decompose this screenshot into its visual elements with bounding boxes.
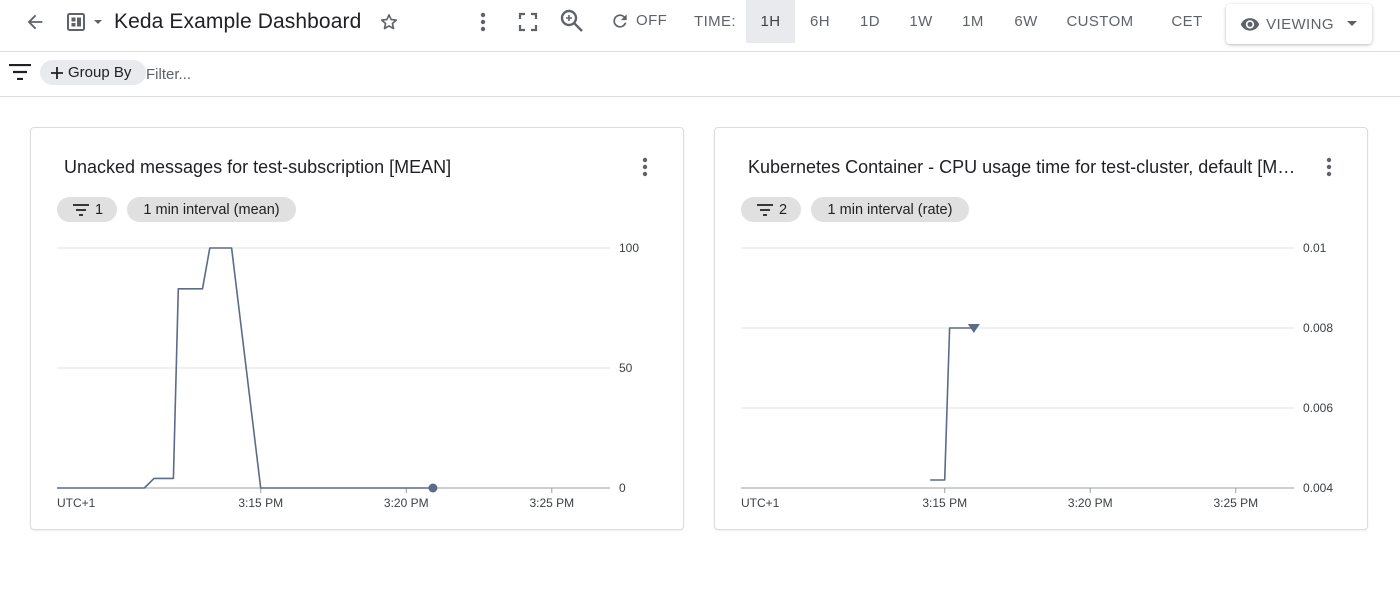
- group-by-chip[interactable]: Group By: [40, 60, 146, 85]
- plus-icon: [51, 66, 63, 79]
- x-tick-label: 3:20 PM: [384, 496, 429, 510]
- zoom-search-icon[interactable]: [556, 6, 588, 36]
- cpu-usage-chart: 0.01 0.008 0.006 0.004 UTC+1 3:15 PM 3:20 PM 3:…: [741, 241, 1333, 510]
- y-tick-label: 0.006: [1303, 401, 1333, 415]
- filter-bar: Group By: [0, 52, 1400, 97]
- x-tick-label: 3:15 PM: [238, 496, 283, 510]
- x-tick-label: 3:20 PM: [1068, 496, 1113, 510]
- auto-refresh-icon[interactable]: [608, 8, 632, 34]
- interval-label: 1 min interval (mean): [143, 201, 280, 218]
- time-range-6h[interactable]: 6H: [798, 0, 842, 43]
- auto-refresh-label[interactable]: OFF: [636, 12, 667, 29]
- time-label: TIME:: [694, 13, 736, 30]
- filter-list-icon: [73, 203, 89, 216]
- fullscreen-icon[interactable]: [514, 8, 542, 36]
- filter-count: 1: [95, 201, 104, 218]
- y-tick-label: 0: [619, 481, 626, 495]
- widget-filter-chip[interactable]: 1: [57, 197, 117, 222]
- unacked-messages-chart: 100 50 0 UTC+1 3:15 PM 3:20 PM 3:25 PM: [57, 241, 639, 510]
- back-arrow-icon[interactable]: [20, 8, 50, 36]
- star-icon[interactable]: [376, 8, 402, 36]
- chevron-down-icon: [1346, 21, 1357, 26]
- filter-count: 2: [779, 201, 788, 218]
- x-tick-label: 3:25 PM: [1213, 496, 1258, 510]
- series-end-dot: [428, 483, 438, 493]
- group-by-label: Group By: [68, 64, 132, 81]
- interval-chip[interactable]: 1 min interval (mean): [127, 197, 296, 222]
- viewing-mode-button[interactable]: VIEWING: [1226, 4, 1372, 44]
- time-range-1m[interactable]: 1M: [950, 0, 996, 43]
- filter-list-icon[interactable]: [8, 60, 32, 84]
- y-tick-label: 0.01: [1303, 241, 1327, 255]
- x-timezone-label: UTC+1: [741, 496, 780, 510]
- x-tick-label: 3:25 PM: [529, 496, 574, 510]
- x-tick-label: 3:15 PM: [922, 496, 967, 510]
- interval-label: 1 min interval (rate): [827, 201, 953, 218]
- dashboard-title: Keda Example Dashboard: [114, 10, 362, 33]
- y-tick-label: 100: [619, 241, 639, 255]
- time-range-1d[interactable]: 1D: [848, 0, 892, 43]
- more-vert-icon[interactable]: [470, 8, 496, 36]
- y-tick-label: 0.004: [1303, 481, 1333, 495]
- widget-title: Unacked messages for test-subscription […: [64, 157, 452, 177]
- filter-list-icon: [757, 203, 773, 216]
- series-line: [930, 327, 974, 481]
- eye-icon: [1240, 18, 1260, 31]
- interval-chip[interactable]: 1 min interval (rate): [811, 197, 969, 222]
- time-range-custom[interactable]: CUSTOM: [1058, 0, 1142, 43]
- widget-menu-icon[interactable]: [633, 154, 657, 180]
- time-range-6w[interactable]: 6W: [1003, 0, 1049, 43]
- widget-menu-icon[interactable]: [1317, 154, 1341, 180]
- dashboard-picker-icon[interactable]: [63, 8, 105, 36]
- y-tick-label: 0.008: [1303, 321, 1333, 335]
- viewing-mode-label: VIEWING: [1266, 15, 1334, 33]
- chart-widget-cpu-usage: Kubernetes Container - CPU usage time fo…: [714, 127, 1368, 530]
- timezone-selector[interactable]: CET: [1162, 0, 1212, 43]
- filter-input[interactable]: [146, 62, 446, 86]
- x-timezone-label: UTC+1: [57, 496, 96, 510]
- widget-title: Kubernetes Container - CPU usage time fo…: [748, 157, 1300, 177]
- chart-widget-unacked-messages: Unacked messages for test-subscription […: [30, 127, 684, 530]
- time-range-1w[interactable]: 1W: [898, 0, 944, 43]
- y-tick-label: 50: [619, 361, 633, 375]
- top-toolbar: Keda Example Dashboard OFF TIME: 1H 6H 1…: [0, 0, 1400, 52]
- widget-filter-chip[interactable]: 2: [741, 197, 801, 222]
- time-range-1h[interactable]: 1H: [746, 0, 795, 43]
